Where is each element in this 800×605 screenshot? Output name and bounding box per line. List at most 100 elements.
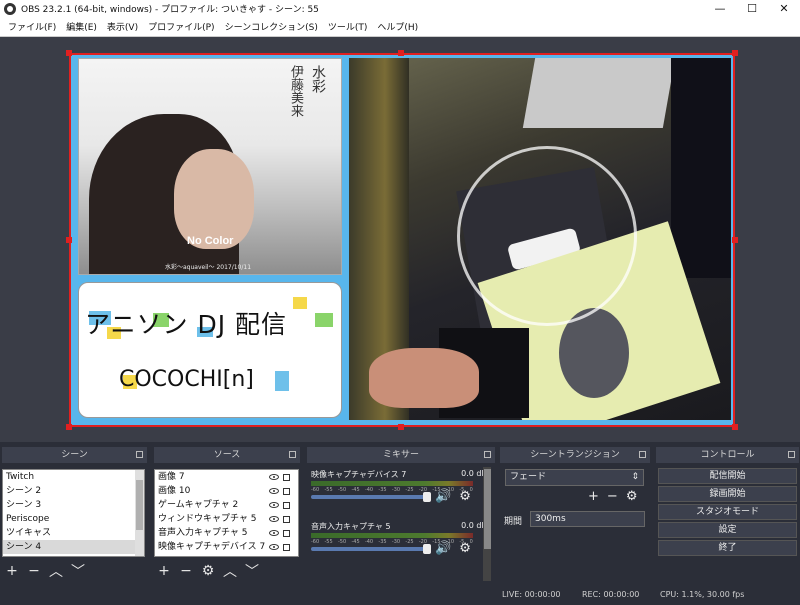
exit-button[interactable]: 終了: [658, 540, 797, 556]
window-title: OBS 23.2.1 (64-bit, windows) - プロファイル: つ…: [21, 5, 319, 15]
visibility-icon[interactable]: [269, 488, 279, 494]
list-item[interactable]: 画像 10: [155, 484, 298, 498]
obs-logo-icon: [4, 2, 16, 15]
list-item[interactable]: シーン 3: [3, 498, 144, 512]
lock-icon[interactable]: [283, 544, 290, 551]
move-down-icon[interactable]: ﹀: [70, 561, 86, 581]
cover-caption-text: 水彩〜aquaveil〜 2017/10/11: [165, 264, 252, 271]
remove-scene-icon[interactable]: −: [26, 563, 42, 579]
undock-icon[interactable]: [289, 451, 296, 458]
scrollbar[interactable]: [135, 470, 144, 556]
lock-icon[interactable]: [283, 488, 290, 495]
visibility-icon[interactable]: [269, 502, 279, 508]
menu-profile[interactable]: プロファイル(P): [143, 20, 219, 33]
resize-handle[interactable]: [732, 424, 738, 430]
transition-select[interactable]: フェード ⇕: [505, 469, 644, 486]
studio-mode-button[interactable]: スタジオモード: [658, 504, 797, 520]
close-icon[interactable]: ✕: [768, 0, 800, 17]
gear-icon[interactable]: ⚙: [459, 541, 471, 556]
list-item[interactable]: ツイキャス: [3, 526, 144, 540]
list-item[interactable]: 映像キャプチャデバイス 7: [155, 540, 298, 554]
resize-handle[interactable]: [398, 424, 404, 430]
resize-handle[interactable]: [66, 237, 72, 243]
duration-input[interactable]: 300ms: [530, 511, 645, 527]
sources-list[interactable]: 画像 7 画像 10 ゲームキャプチャ 2 ウィンドウキャプチャ 5 音声入力キ…: [154, 469, 299, 557]
list-item[interactable]: 音声入力キャプチャ 5: [155, 526, 298, 540]
add-scene-icon[interactable]: +: [4, 563, 20, 579]
album-cover-image: 水彩 伊藤美来 No Color 水彩〜aquaveil〜 2017/10/11: [78, 58, 342, 275]
list-item[interactable]: Periscope: [3, 512, 144, 526]
track-name: 映像キャプチャデバイス 7: [311, 470, 407, 479]
visibility-icon[interactable]: [269, 530, 279, 536]
maximize-icon[interactable]: ☐: [736, 0, 768, 17]
volume-slider[interactable]: [311, 492, 431, 502]
track-name: 音声入力キャプチャ 5: [311, 522, 391, 531]
lock-icon[interactable]: [283, 502, 290, 509]
speaker-icon[interactable]: 🔊: [435, 489, 451, 504]
gear-icon[interactable]: ⚙: [200, 563, 216, 579]
list-item[interactable]: 画像 7: [155, 470, 298, 484]
resize-handle[interactable]: [66, 424, 72, 430]
resize-handle[interactable]: [66, 50, 72, 56]
undock-icon[interactable]: [484, 451, 491, 458]
resize-handle[interactable]: [398, 50, 404, 56]
list-item[interactable]: ゲームキャプチャ 2: [155, 498, 298, 512]
visibility-icon[interactable]: [269, 516, 279, 522]
visibility-icon[interactable]: [269, 474, 279, 480]
controls-dock: コントロール 配信開始 録画開始 スタジオモード 設定 終了: [656, 447, 799, 583]
lock-icon[interactable]: [283, 474, 290, 481]
transitions-dock: シーントランジション + − ⚙ 期間 300ms: [500, 447, 650, 583]
sources-title: ソース: [213, 450, 241, 460]
dock-panels: シーン Twitch シーン 2 シーン 3 Periscope ツイキャス シ…: [0, 445, 800, 585]
add-source-icon[interactable]: +: [156, 563, 172, 579]
move-up-icon[interactable]: ︿: [48, 561, 64, 581]
list-item-selected[interactable]: シーン 4: [3, 540, 144, 554]
logo-name-text: COCOCHI[n]: [119, 367, 254, 392]
list-item[interactable]: Twitch: [3, 470, 144, 484]
volume-slider[interactable]: [311, 544, 431, 554]
minimize-icon[interactable]: —: [704, 0, 736, 17]
remove-source-icon[interactable]: −: [178, 563, 194, 579]
resize-handle[interactable]: [732, 237, 738, 243]
lock-icon[interactable]: [283, 516, 290, 523]
menu-file[interactable]: ファイル(F): [3, 20, 61, 33]
cpu-status: CPU: 1.1%, 30.00 fps: [660, 590, 745, 599]
remove-transition-icon[interactable]: −: [607, 489, 618, 504]
scenes-dock: シーン Twitch シーン 2 シーン 3 Periscope ツイキャス シ…: [2, 447, 147, 583]
volume-meter: [311, 533, 473, 538]
list-item[interactable]: ウィンドウキャプチャ 5: [155, 512, 298, 526]
undock-icon[interactable]: [788, 451, 795, 458]
menu-view[interactable]: 表示(V): [102, 20, 143, 33]
camera-feed-image: [349, 58, 731, 420]
mixer-dock: ミキサー 映像キャプチャデバイス 7 0.0 dB -60 -55 -50 -45 -4…: [307, 447, 495, 583]
visibility-icon[interactable]: [269, 544, 279, 550]
scrollbar[interactable]: [483, 467, 491, 581]
mixer-track: 音声入力キャプチャ 5 0.0 dB -60 -55 -50 -45 -40 -35 -30…: [307, 519, 493, 561]
menu-help[interactable]: ヘルプ(H): [372, 20, 423, 33]
settings-button[interactable]: 設定: [658, 522, 797, 538]
resize-handle[interactable]: [732, 50, 738, 56]
gear-icon[interactable]: ⚙: [459, 489, 471, 504]
move-down-icon[interactable]: ﹀: [244, 561, 260, 581]
gear-icon[interactable]: ⚙: [626, 489, 638, 504]
title-bar: OBS 23.2.1 (64-bit, windows) - プロファイル: つ…: [0, 0, 800, 17]
undock-icon[interactable]: [639, 451, 646, 458]
menu-bar: ファイル(F) 編集(E) 表示(V) プロファイル(P) シーンコレクション(…: [0, 17, 800, 37]
add-transition-icon[interactable]: +: [588, 489, 599, 504]
list-item[interactable]: シーン 2: [3, 484, 144, 498]
scenes-list[interactable]: Twitch シーン 2 シーン 3 Periscope ツイキャス シーン 4: [2, 469, 145, 557]
menu-edit[interactable]: 編集(E): [61, 20, 102, 33]
cover-title-text: 水彩: [310, 65, 326, 93]
speaker-icon[interactable]: 🔊: [435, 541, 451, 556]
move-up-icon[interactable]: ︿: [222, 561, 238, 581]
sources-dock: ソース 画像 7 画像 10 ゲームキャプチャ 2 ウィンドウキャプチャ 5 音…: [154, 447, 300, 583]
start-streaming-button[interactable]: 配信開始: [658, 468, 797, 484]
start-recording-button[interactable]: 録画開始: [658, 486, 797, 502]
menu-scene-collection[interactable]: シーンコレクション(S): [220, 20, 323, 33]
chevron-updown-icon: ⇕: [631, 472, 639, 482]
menu-tools[interactable]: ツール(T): [323, 20, 373, 33]
rec-timer: REC: 00:00:00: [582, 590, 640, 599]
lock-icon[interactable]: [283, 530, 290, 537]
duration-label: 期間: [504, 517, 523, 527]
undock-icon[interactable]: [136, 451, 143, 458]
